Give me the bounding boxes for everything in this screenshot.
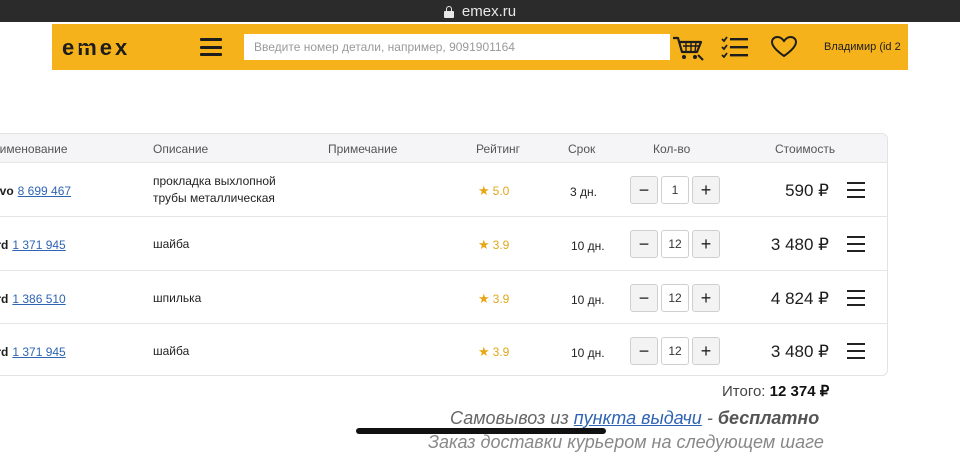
col-note: Примечание xyxy=(328,142,398,156)
svg-text:emex: emex xyxy=(62,35,130,59)
table-row: ord1 386 510 шпилька ★3.9 10 дн. − + 4 8… xyxy=(0,270,887,324)
quantity-stepper: − + xyxy=(630,337,720,365)
table-row: olvo 8 699 467 прокладка выхлопнойтрубы м… xyxy=(0,162,887,216)
table-row: ord1 371 945 шайба ★3.9 10 дн. − + 3 480… xyxy=(0,216,887,270)
item-price: 3 480 ₽ xyxy=(770,342,829,361)
part-id: olvo 8 699 467 xyxy=(0,184,71,198)
increase-button[interactable]: + xyxy=(692,176,720,204)
col-quantity: Кол-во xyxy=(653,142,691,156)
increase-button[interactable]: + xyxy=(692,284,720,312)
part-number-link[interactable]: 8 699 467 xyxy=(18,184,71,198)
url-text: emex.ru xyxy=(461,2,517,20)
part-number-link[interactable]: 1 386 510 xyxy=(12,292,65,306)
delivery-term: 10 дн. xyxy=(571,293,605,307)
favorites-heart-icon[interactable] xyxy=(770,34,798,60)
part-number-link[interactable]: 1 371 945 xyxy=(12,238,65,252)
table-header: аименование Описание Примечание Рейтинг … xyxy=(0,134,887,162)
total-label: Итого: xyxy=(722,383,766,400)
part-id: ord1 386 510 xyxy=(0,292,66,306)
item-price: 3 480 ₽ xyxy=(770,235,829,254)
increase-button[interactable]: + xyxy=(692,337,720,365)
quantity-stepper: − + xyxy=(630,176,720,204)
row-menu-icon[interactable] xyxy=(847,343,865,359)
part-description: шайба xyxy=(153,237,190,251)
col-cost: Стоимость xyxy=(775,142,836,156)
emex-logo[interactable]: emex xyxy=(62,35,158,59)
part-description: шайба xyxy=(153,344,190,358)
delivery-term: 3 дн. xyxy=(570,185,597,199)
brand-name: ord xyxy=(0,238,9,252)
home-indicator-bar xyxy=(356,428,606,434)
part-description: прокладка выхлопной трубы металлическая xyxy=(153,174,276,205)
pickup-free-label: бесплатно xyxy=(717,408,820,428)
decrease-button[interactable]: − xyxy=(630,230,658,258)
part-id: ord1 371 945 xyxy=(0,238,66,252)
user-account-link[interactable]: Владимир (id 2 xyxy=(824,41,908,53)
lock-icon xyxy=(443,6,454,18)
col-description: Описание xyxy=(153,142,209,156)
quantity-stepper: − + xyxy=(630,284,720,312)
brand-name: ord xyxy=(0,345,9,359)
brand-name: olvo xyxy=(0,184,14,198)
pickup-info: Самовывоз из пункта выдачи - бесплатно xyxy=(450,408,820,428)
cart-icon[interactable] xyxy=(670,32,706,62)
decrease-button[interactable]: − xyxy=(630,176,658,204)
quantity-input[interactable] xyxy=(661,230,689,258)
col-term: Срок xyxy=(568,142,596,156)
col-rating: Рейтинг xyxy=(476,142,521,156)
rating: ★ 3.9 xyxy=(478,237,510,252)
hamburger-menu-icon[interactable] xyxy=(200,38,222,56)
quantity-input[interactable] xyxy=(661,284,689,312)
quantity-input[interactable] xyxy=(661,176,689,204)
total-value: 12 374 ₽ xyxy=(769,383,830,400)
browser-url-bar[interactable]: emex.ru xyxy=(0,0,960,22)
star-icon: ★ xyxy=(478,291,490,306)
increase-button[interactable]: + xyxy=(692,230,720,258)
pickup-point-link[interactable]: пункта выдачи xyxy=(574,408,702,428)
quantity-input[interactable] xyxy=(661,337,689,365)
row-menu-icon[interactable] xyxy=(847,182,865,198)
part-number-link[interactable]: 1 371 945 xyxy=(12,345,65,359)
order-total: Итого: 12 374 ₽ xyxy=(722,382,829,400)
row-menu-icon[interactable] xyxy=(847,236,865,252)
quantity-stepper: − + xyxy=(630,230,720,258)
decrease-button[interactable]: − xyxy=(630,284,658,312)
checklist-icon[interactable] xyxy=(720,34,750,60)
star-icon: ★ xyxy=(478,237,490,252)
part-description: шпилька xyxy=(153,291,202,305)
delivery-term: 10 дн. xyxy=(571,239,605,253)
col-name: аименование xyxy=(0,142,68,156)
item-price: 590 ₽ xyxy=(785,181,829,200)
brand-name: ord xyxy=(0,292,9,306)
rating: ★ 5.0 xyxy=(478,183,510,198)
star-icon: ★ xyxy=(478,344,490,359)
search-input[interactable] xyxy=(244,34,670,60)
rating: ★ 3.9 xyxy=(478,344,510,359)
decrease-button[interactable]: − xyxy=(630,337,658,365)
item-price: 4 824 ₽ xyxy=(770,289,829,308)
part-id: ord1 371 945 xyxy=(0,345,66,359)
courier-delivery-note: Заказ доставки курьером на следующем шаг… xyxy=(428,432,824,452)
table-row: ord1 371 945 шайба ★3.9 10 дн. − + 3 480… xyxy=(0,323,887,377)
cart-table: аименование Описание Примечание Рейтинг … xyxy=(0,133,888,376)
rating: ★ 3.9 xyxy=(478,291,510,306)
star-icon: ★ xyxy=(478,183,490,198)
row-menu-icon[interactable] xyxy=(847,290,865,306)
delivery-term: 10 дн. xyxy=(571,346,605,360)
site-header: emex Владимир (id 2 xyxy=(52,24,908,70)
